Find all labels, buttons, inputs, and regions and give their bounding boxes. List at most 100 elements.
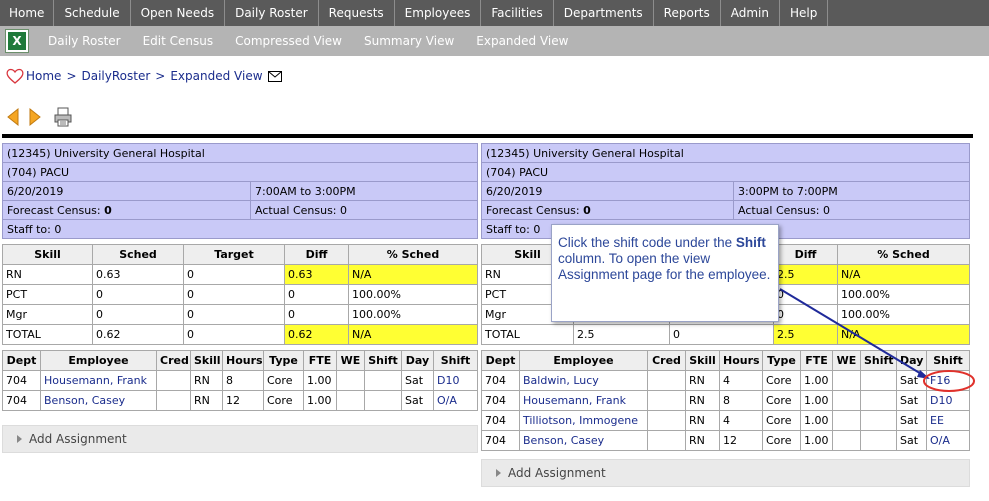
table-cell: N/A xyxy=(837,324,970,345)
subnav-summary-view[interactable]: Summary View xyxy=(353,34,465,48)
table-cell: Mgr xyxy=(2,304,93,325)
subnav-daily-roster[interactable]: Daily Roster xyxy=(37,34,132,48)
employee-link[interactable]: Benson, Casey xyxy=(40,390,157,411)
instruction-callout: Click the shift code under the Shift col… xyxy=(551,224,779,322)
nav-open-needs[interactable]: Open Needs xyxy=(131,0,226,26)
table-cell: RN xyxy=(685,430,720,451)
column-header: Sched xyxy=(92,244,184,265)
table-cell: 2.5 xyxy=(773,264,838,285)
hospital-name: (12345) University General Hospital xyxy=(481,143,970,163)
add-assignment-button[interactable]: Add Assignment xyxy=(481,459,970,487)
breadcrumb-separator: > xyxy=(155,69,166,83)
column-header: Target xyxy=(183,244,285,265)
table-cell: 0 xyxy=(92,304,184,325)
table-row: TOTAL 2.5 0 2.5 N/A xyxy=(481,324,970,345)
table-cell: 12 xyxy=(719,430,763,451)
table-cell xyxy=(647,430,686,451)
table-cell: 0 xyxy=(183,324,285,345)
next-arrow-icon[interactable] xyxy=(27,107,43,127)
employee-link[interactable]: Tilliotson, Immogene xyxy=(519,410,648,431)
table-cell xyxy=(860,390,897,411)
prev-arrow-icon[interactable] xyxy=(5,107,21,127)
nav-daily-roster[interactable]: Daily Roster xyxy=(225,0,319,26)
expand-triangle-icon xyxy=(496,469,501,477)
excel-export-icon[interactable]: X xyxy=(5,29,29,53)
table-cell: RN xyxy=(2,264,93,285)
table-cell xyxy=(647,390,686,411)
shift-code-link[interactable]: F16 xyxy=(926,370,970,391)
employee-link[interactable]: Housemann, Frank xyxy=(40,370,157,391)
table-row: 704 Benson, Casey RN 12 Core 1.00 Sat O/A xyxy=(481,430,970,451)
table-cell: 704 xyxy=(2,370,41,391)
column-header: Employee xyxy=(519,350,648,371)
table-cell: Sat xyxy=(896,370,927,391)
forecast-census: Forecast Census: 0 xyxy=(481,200,734,220)
table-row: 704 Tilliotson, Immogene RN 4 Core 1.00 Sat EE xyxy=(481,410,970,431)
column-header: WE xyxy=(832,350,861,371)
table-cell xyxy=(156,390,191,411)
shift-code-link[interactable]: D10 xyxy=(926,390,970,411)
shift-code-link[interactable]: O/A xyxy=(926,430,970,451)
table-cell: Sat xyxy=(896,410,927,431)
subnav-expanded-view[interactable]: Expanded View xyxy=(465,34,579,48)
nav-requests[interactable]: Requests xyxy=(319,0,395,26)
header-divider xyxy=(2,134,973,138)
table-cell: 704 xyxy=(481,390,520,411)
nav-employees[interactable]: Employees xyxy=(395,0,482,26)
nav-home[interactable]: Home xyxy=(0,0,55,26)
column-header: Shift xyxy=(364,350,402,371)
shift-code-link[interactable]: D10 xyxy=(433,370,478,391)
shift-code-link[interactable]: O/A xyxy=(433,390,478,411)
shift-code-link[interactable]: EE xyxy=(926,410,970,431)
column-header: Type xyxy=(762,350,801,371)
hospital-name: (12345) University General Hospital xyxy=(2,143,478,163)
nav-admin[interactable]: Admin xyxy=(721,0,780,26)
table-cell: 2.5 xyxy=(573,324,670,345)
nav-facilities[interactable]: Facilities xyxy=(481,0,554,26)
table-cell: 0 xyxy=(183,304,285,325)
breadcrumb-home-link[interactable]: Home xyxy=(26,69,61,83)
employee-link[interactable]: Housemann, Frank xyxy=(519,390,648,411)
table-cell xyxy=(156,370,191,391)
table-cell: TOTAL xyxy=(481,324,574,345)
table-cell: 0 xyxy=(183,284,285,305)
table-row: RN 0.63 0 0.63 N/A xyxy=(2,264,478,285)
expand-triangle-icon xyxy=(17,435,22,443)
table-row: Mgr 0 0 0 100.00% xyxy=(2,304,478,325)
subnav-edit-census[interactable]: Edit Census xyxy=(132,34,225,48)
table-cell: RN xyxy=(685,370,720,391)
table-cell: Sat xyxy=(896,430,927,451)
table-cell: 0.62 xyxy=(92,324,184,345)
table-cell: 0 xyxy=(92,284,184,305)
table-cell: Sat xyxy=(401,370,434,391)
table-cell xyxy=(336,390,365,411)
staff-to: Staff to: 0 xyxy=(2,219,478,239)
table-cell xyxy=(647,370,686,391)
table-cell: RN xyxy=(685,390,720,411)
employee-link[interactable]: Baldwin, Lucy xyxy=(519,370,648,391)
table-row: TOTAL 0.62 0 0.62 N/A xyxy=(2,324,478,345)
table-cell: Core xyxy=(762,370,801,391)
table-cell: 100.00% xyxy=(837,284,970,305)
table-cell xyxy=(364,370,402,391)
table-cell: 8 xyxy=(222,370,264,391)
subnav-compressed-view[interactable]: Compressed View xyxy=(224,34,353,48)
nav-departments[interactable]: Departments xyxy=(554,0,654,26)
table-cell: Sat xyxy=(401,390,434,411)
column-header: Day xyxy=(401,350,434,371)
nav-help[interactable]: Help xyxy=(780,0,829,26)
nav-reports[interactable]: Reports xyxy=(654,0,721,26)
table-cell: Sat xyxy=(896,390,927,411)
table-cell: N/A xyxy=(348,264,478,285)
breadcrumb-separator: > xyxy=(66,69,77,83)
employee-link[interactable]: Benson, Casey xyxy=(519,430,648,451)
breadcrumb-dailyroster-link[interactable]: DailyRoster xyxy=(82,69,151,83)
table-cell: 0 xyxy=(773,284,838,305)
mail-icon[interactable] xyxy=(267,70,282,82)
column-header: FTE xyxy=(800,350,833,371)
table-cell xyxy=(832,410,861,431)
table-cell: 12 xyxy=(222,390,264,411)
add-assignment-button[interactable]: Add Assignment xyxy=(2,425,478,453)
nav-schedule[interactable]: Schedule xyxy=(54,0,131,26)
print-icon[interactable] xyxy=(53,107,73,127)
